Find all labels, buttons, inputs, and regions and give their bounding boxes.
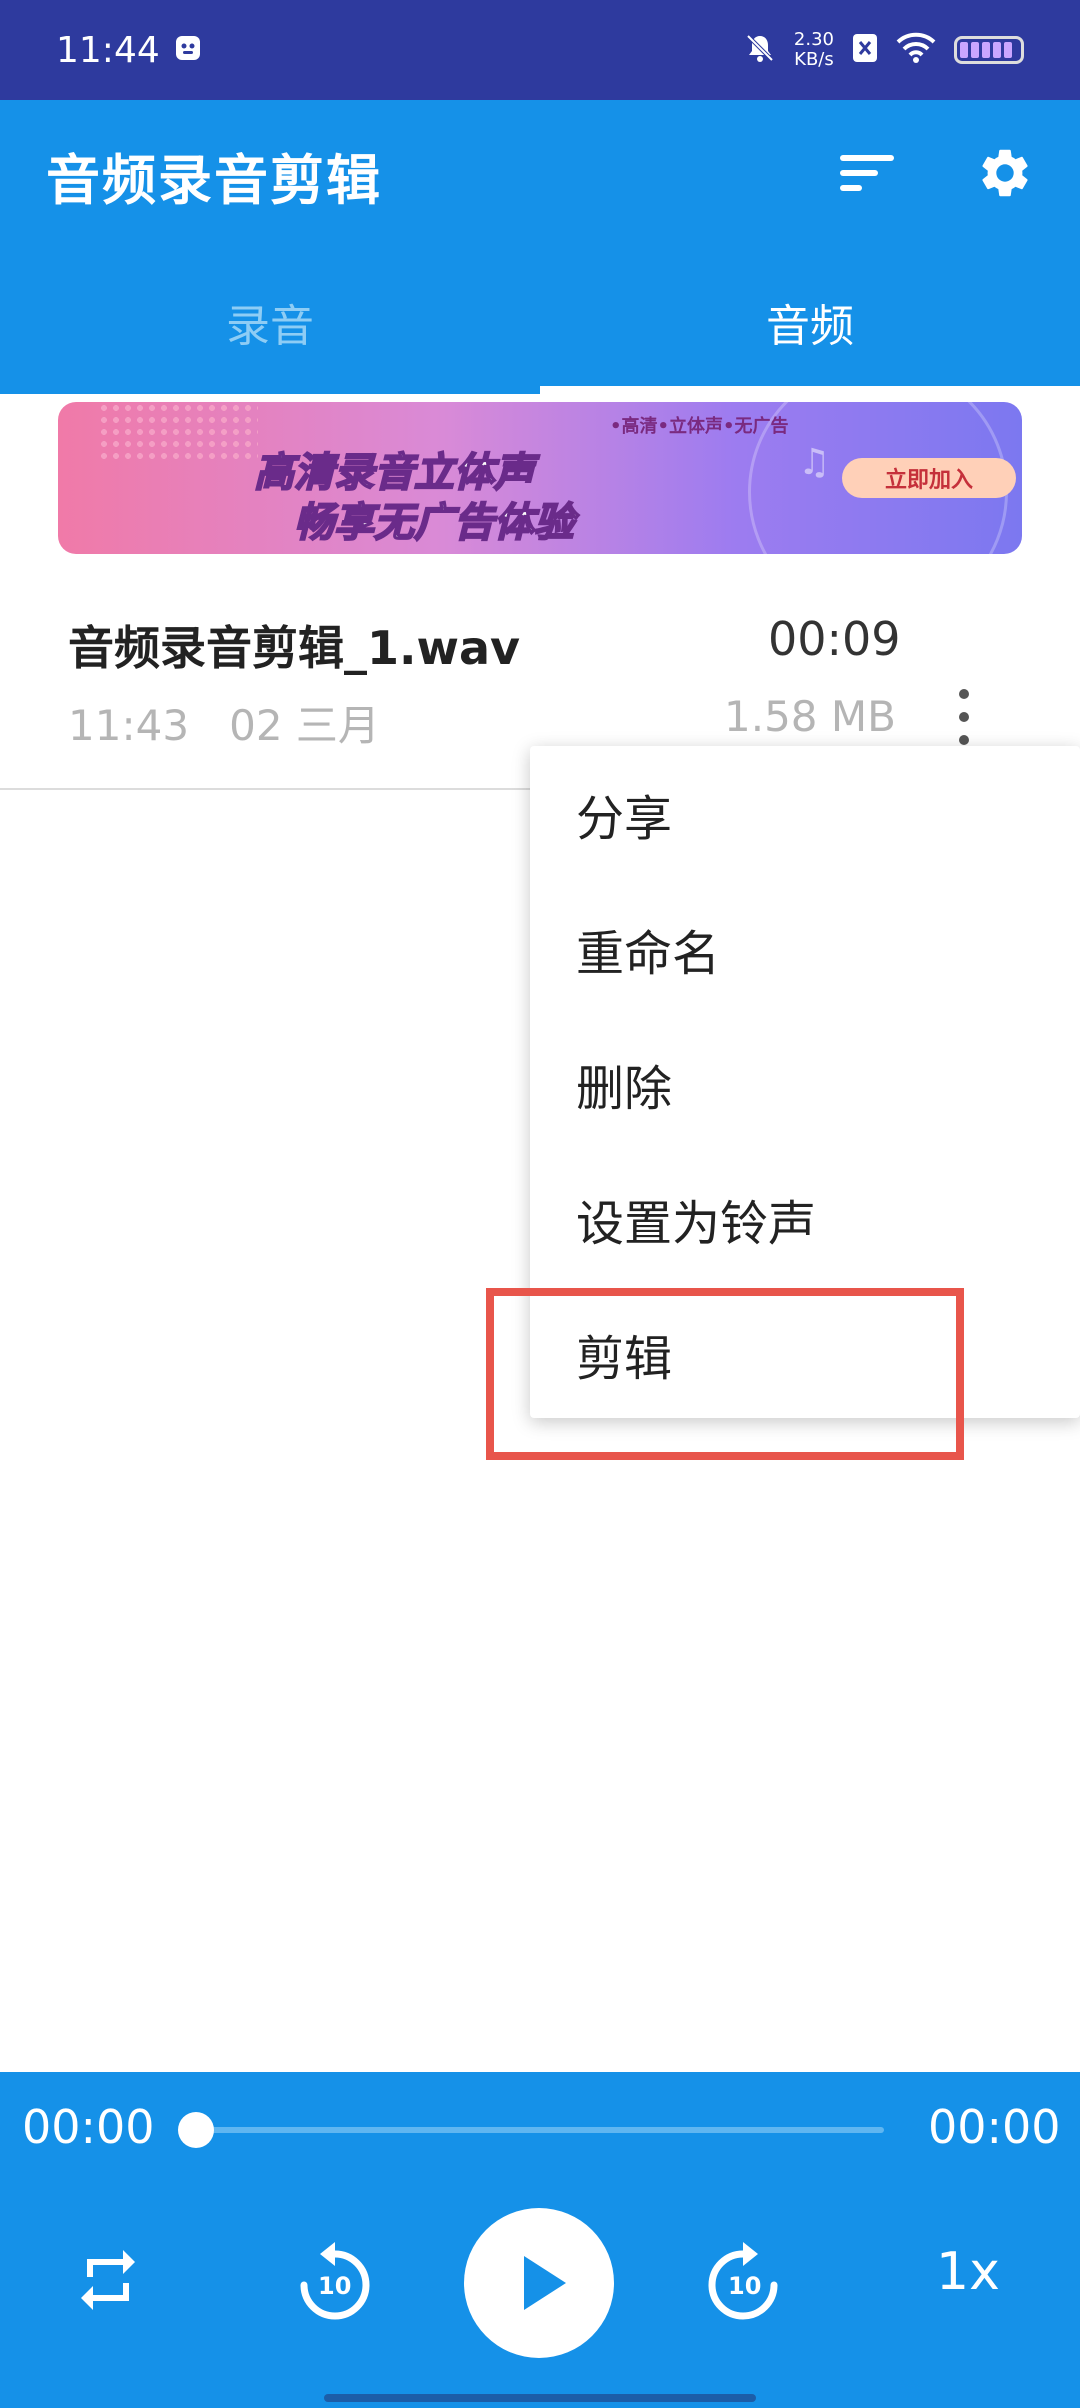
menu-item-share[interactable]: 分享 <box>530 746 1080 881</box>
battery-icon <box>954 36 1024 64</box>
gesture-nav-bar[interactable] <box>324 2394 756 2402</box>
highlight-box <box>486 1288 964 1460</box>
banner-subheadline: 畅享无广告体验 <box>293 499 575 547</box>
sim-x-icon <box>852 33 878 68</box>
forward-10-icon[interactable]: 10 <box>698 2238 788 2328</box>
status-left: 11:44 <box>56 30 202 71</box>
menu-item-delete[interactable]: 删除 <box>530 1016 1080 1151</box>
repeat-icon[interactable] <box>68 2240 148 2320</box>
app-bar: 音频录音剪辑 <box>0 100 1080 250</box>
current-time: 00:00 <box>22 2100 155 2154</box>
rewind-10-icon[interactable]: 10 <box>290 2238 380 2328</box>
banner-decoration <box>98 402 258 462</box>
file-duration: 00:09 <box>768 612 901 666</box>
rewind-seconds: 10 <box>318 2272 352 2300</box>
wifi-icon <box>896 32 936 69</box>
file-name: 音频录音剪辑_1.wav <box>68 621 521 675</box>
notification-app-icon <box>174 30 202 71</box>
play-button[interactable] <box>464 2208 614 2358</box>
status-time: 11:44 <box>56 29 160 71</box>
player-controls: 10 10 1x <box>0 2202 1080 2372</box>
speed-button[interactable]: 1x <box>936 2242 1000 2302</box>
file-time: 11:43 <box>68 701 190 750</box>
net-speed-value: 2.30 <box>793 29 834 50</box>
join-now-button[interactable]: 立即加入 <box>842 458 1016 498</box>
seek-bar[interactable] <box>196 2127 884 2133</box>
forward-seconds: 10 <box>728 2272 762 2300</box>
total-time: 00:00 <box>928 2100 1061 2154</box>
file-date: 02 三月 <box>229 701 380 750</box>
status-bar: 11:44 2.30 KB/s <box>0 0 1080 100</box>
file-size: 1.58 MB <box>724 692 896 741</box>
menu-item-set-ringtone[interactable]: 设置为铃声 <box>530 1151 1080 1286</box>
app-title: 音频录音剪辑 <box>46 148 382 212</box>
menu-item-rename[interactable]: 重命名 <box>530 881 1080 1016</box>
app-actions <box>838 144 1034 206</box>
music-note-icon: ♫ <box>798 442 831 483</box>
more-vert-icon[interactable] <box>944 682 984 752</box>
file-timestamp: 11:43 02 三月 <box>68 692 380 753</box>
net-speed-unit: KB/s <box>794 49 834 70</box>
banner-tag: •高清•立体声•无广告 <box>610 416 789 437</box>
promo-banner[interactable]: ♫ •高清•立体声•无广告 高清录音立体声 畅享无广告体验 立即加入 <box>58 402 1022 554</box>
status-right: 2.30 KB/s <box>744 30 1024 70</box>
sort-icon[interactable] <box>838 151 896 199</box>
gear-icon[interactable] <box>976 144 1034 206</box>
tab-audio[interactable]: 音频 <box>540 250 1080 394</box>
tab-bar: 录音 音频 <box>0 250 1080 394</box>
audio-player: 00:00 00:00 10 10 1x <box>0 2072 1080 2408</box>
bell-muted-icon <box>744 32 776 69</box>
tab-recording[interactable]: 录音 <box>0 250 540 394</box>
play-icon <box>524 2256 566 2310</box>
seek-thumb[interactable] <box>178 2112 214 2148</box>
net-speed: 2.30 KB/s <box>794 30 834 70</box>
